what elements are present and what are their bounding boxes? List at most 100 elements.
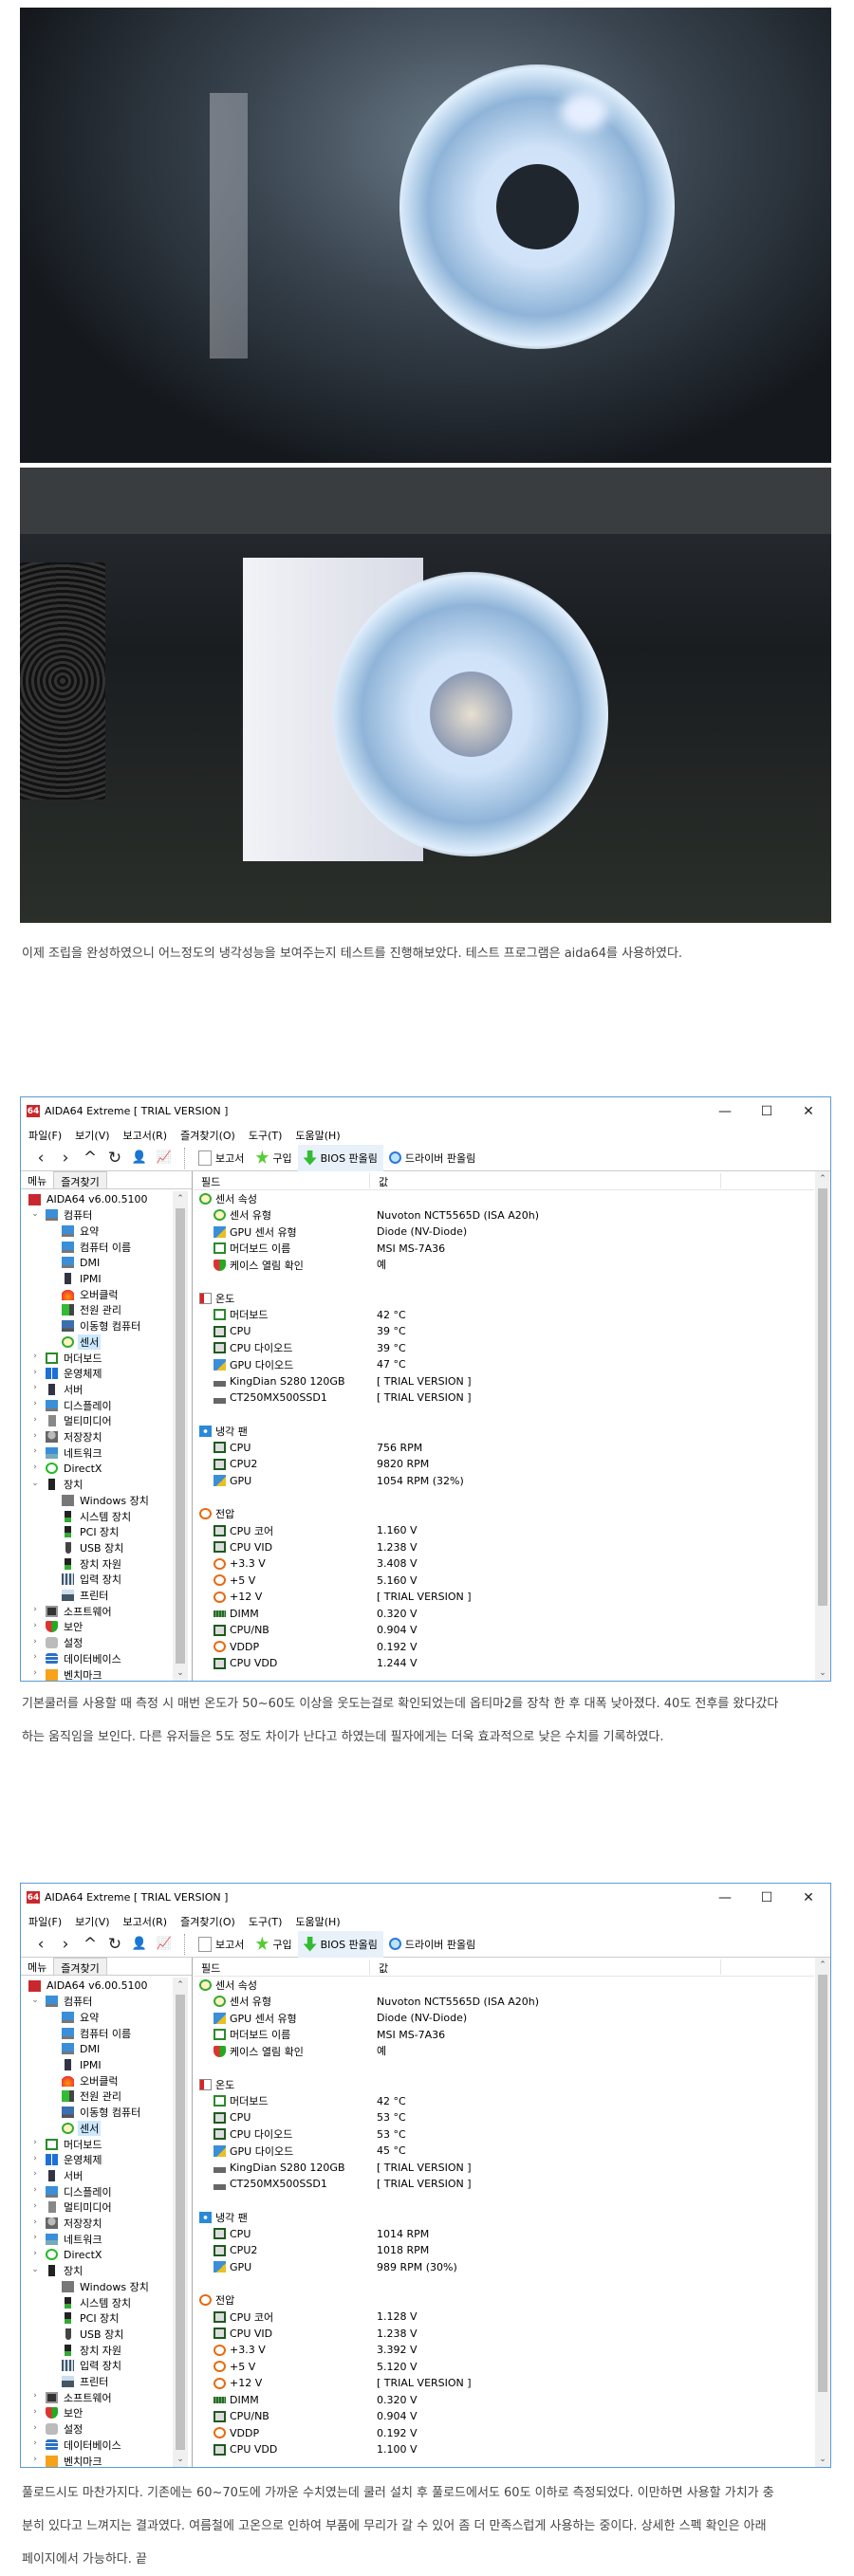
sensor-row[interactable]: GPU 다이오드 [214,2143,293,2159]
scroll-up-arrow[interactable]: ⌃ [173,1978,188,1993]
sensor-row[interactable]: CPU [214,1440,251,1456]
column-value[interactable]: 값 [379,1174,388,1189]
sensor-row[interactable]: CPU [214,2109,251,2125]
tree-item[interactable]: 디스플레이 [46,2183,114,2199]
scroll-down-arrow[interactable]: ⌄ [815,2452,830,2467]
chevron-right-icon[interactable]: › [30,1415,40,1425]
sensor-row[interactable]: CPU VDD [214,2441,277,2457]
bios-update-button[interactable]: BIOS 판올림 [297,1930,383,1958]
tree-item[interactable]: PCI 장치 [62,1524,121,1540]
tree-item[interactable]: 저장장치 [46,2216,103,2232]
tree-item[interactable]: 입력 장치 [62,2358,123,2374]
tree-item[interactable]: 프린터 [62,1588,110,1604]
column-value[interactable]: 값 [379,1960,388,1976]
tree-item[interactable]: 보안 [46,1619,84,1635]
sensor-scrollbar[interactable]: ⌃ ⌄ [815,1171,830,1681]
sensor-row[interactable]: 머더보드 이름 [214,2027,290,2043]
tree-item[interactable]: 설정 [46,2421,84,2438]
sensor-row[interactable]: CPU 다이오드 [214,1340,292,1356]
sensor-row[interactable]: GPU [214,1473,251,1489]
tree-item[interactable]: 오버클럭 [62,2072,120,2088]
tree-item[interactable]: 디스플레이 [46,1397,114,1413]
sensor-row[interactable]: 케이스 열림 확인 [214,2043,304,2059]
tree-item[interactable]: 장치 자원 [62,1555,123,1572]
tree-item[interactable]: 서버 [46,2167,84,2183]
sensor-row[interactable]: 센서 유형 [214,1994,271,2010]
sensor-group[interactable]: 센서 속성 [199,1977,257,1993]
back-icon[interactable]: ‹ [28,1935,53,1954]
tree-item[interactable]: IPMI [62,2057,103,2073]
tree-item[interactable]: IPMI [62,1271,103,1287]
tree-item[interactable]: 컴퓨터 [46,1207,94,1224]
tree-item[interactable]: 프린터 [62,2374,110,2390]
up-icon[interactable]: ^ [78,1935,102,1954]
buy-button[interactable]: 구입 [250,1931,297,1958]
sensor-row[interactable]: CPU2 [214,2242,257,2258]
sensor-row[interactable]: +5 V [214,1573,255,1589]
sensor-row[interactable]: GPU 센서 유형 [214,2010,297,2026]
chevron-right-icon[interactable]: › [30,2217,40,2227]
chevron-right-icon[interactable]: › [30,1621,40,1630]
chevron-down-icon[interactable]: ⌄ [30,1209,40,1219]
menu-item[interactable]: 도움말(H) [295,1914,340,1929]
tree-item[interactable]: 벤치마크 [46,1666,103,1681]
scroll-thumb[interactable] [818,1188,827,1606]
tree-item[interactable]: 요약 [62,1223,101,1239]
sensor-row[interactable]: 머더보드 [214,2093,268,2109]
minimize-button[interactable]: — [704,1884,746,1911]
chevron-right-icon[interactable]: › [30,1446,40,1456]
refresh-icon[interactable]: ↻ [102,1149,127,1168]
tab-favorites[interactable]: 즐겨찾기 [53,1958,107,1975]
user-icon[interactable]: 👤 [127,1150,152,1165]
maximize-button[interactable]: ☐ [746,1884,788,1911]
sensor-row[interactable]: +12 V [214,2375,262,2391]
scroll-up-arrow[interactable]: ⌃ [815,1171,830,1187]
sensor-row[interactable]: CPU2 [214,1456,257,1472]
menu-item[interactable]: 보고서(R) [123,1128,168,1143]
sensor-row[interactable]: CPU [214,1323,251,1339]
tree-item[interactable]: DMI [62,2041,102,2057]
tree-item[interactable]: 장치 [46,2263,84,2279]
menu-item[interactable]: 도움말(H) [295,1128,340,1143]
sensor-row[interactable]: GPU [214,2259,251,2275]
tree-item[interactable]: USB 장치 [62,1539,125,1555]
tree-item[interactable]: PCI 장치 [62,2310,121,2327]
sensor-row[interactable]: CPU [214,2226,251,2242]
chevron-right-icon[interactable]: › [30,2438,40,2448]
tree-item[interactable]: DMI [62,1255,102,1271]
chevron-right-icon[interactable]: › [30,2391,40,2401]
chevron-right-icon[interactable]: › [30,1637,40,1647]
bios-update-button[interactable]: BIOS 판올림 [297,1144,383,1171]
chevron-right-icon[interactable]: › [30,1652,40,1662]
sensor-group[interactable]: 센서 속성 [199,1190,257,1206]
chevron-down-icon[interactable]: ⌄ [30,1996,40,2005]
user-icon[interactable]: 👤 [127,1937,152,1951]
tree-item[interactable]: 운영체제 [46,2152,103,2168]
tree-item[interactable]: 컴퓨터 이름 [62,2025,133,2041]
chevron-right-icon[interactable]: › [30,1463,40,1472]
tree-item[interactable]: Windows 장치 [62,2278,151,2294]
chart-icon[interactable]: 📈 [152,1150,176,1165]
tab-menu[interactable]: 메뉴 [21,1171,54,1188]
tree-item[interactable]: 소프트웨어 [46,2389,114,2405]
buy-button[interactable]: 구입 [250,1145,297,1171]
sensor-row[interactable]: CPU/NB [214,2408,269,2424]
sensor-row[interactable]: 케이스 열림 확인 [214,1257,304,1273]
chart-icon[interactable]: 📈 [152,1937,176,1951]
scroll-up-arrow[interactable]: ⌃ [815,1958,830,1973]
chevron-right-icon[interactable]: › [30,1368,40,1377]
tree-item[interactable]: 시스템 장치 [62,1508,133,1524]
scroll-down-arrow[interactable]: ⌄ [173,1665,188,1681]
scroll-up-arrow[interactable]: ⌃ [173,1191,188,1206]
tree-item[interactable]: 소프트웨어 [46,1603,114,1619]
menu-item[interactable]: 보고서(R) [123,1914,168,1929]
chevron-down-icon[interactable]: ⌄ [30,2265,40,2274]
sensor-row[interactable]: GPU 다이오드 [214,1356,293,1372]
sensor-group[interactable]: 냉각 팬 [199,1423,248,1439]
tree-item[interactable]: 오버클럭 [62,1286,120,1302]
tree-item[interactable]: DirectX [46,2247,103,2263]
chevron-right-icon[interactable]: › [30,1668,40,1678]
tree-item[interactable]: 입력 장치 [62,1572,123,1588]
refresh-icon[interactable]: ↻ [102,1935,127,1954]
chevron-right-icon[interactable]: › [30,1383,40,1392]
